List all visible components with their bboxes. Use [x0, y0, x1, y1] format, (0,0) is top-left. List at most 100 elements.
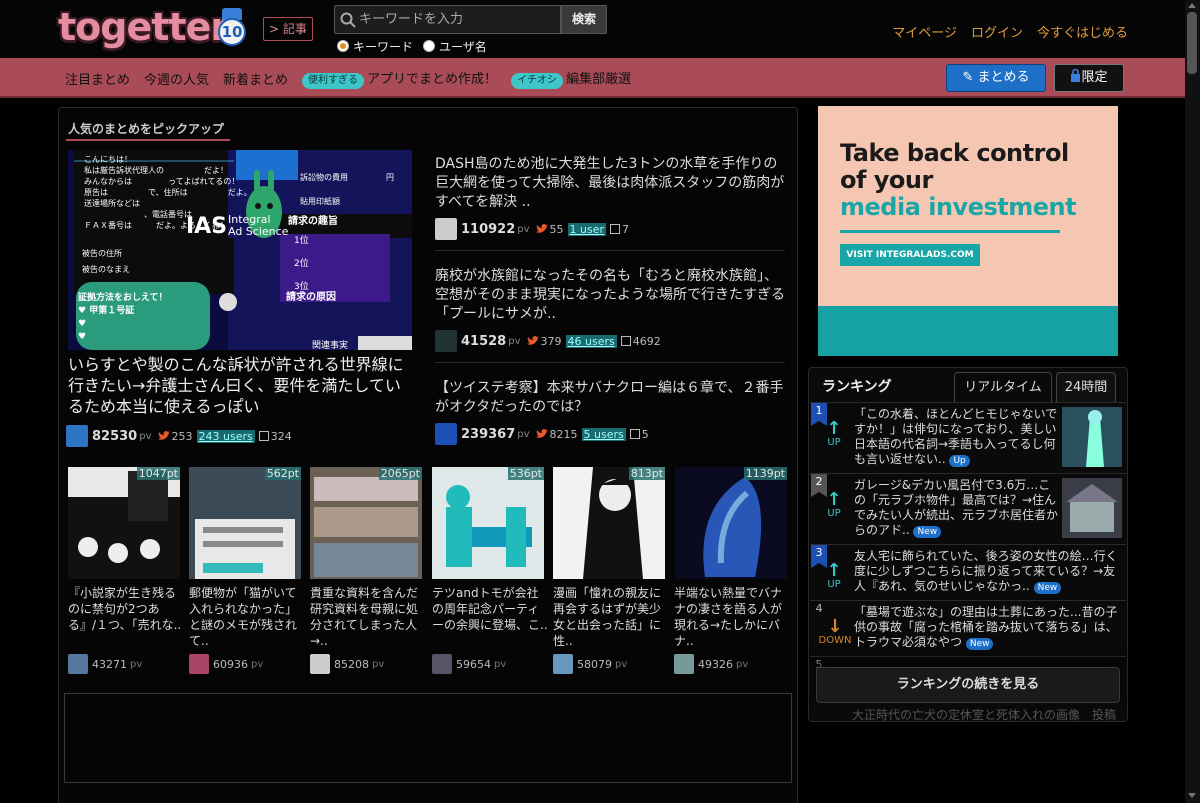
side-item-meta-1: 110922 pv 55 1 user 7 [435, 218, 629, 240]
ad-headline: Take back control of your media investme… [840, 139, 1077, 221]
hero-title[interactable]: いらすとや製のこんな訴状が許される世界線に行きたい→弁護士さん曰く、要件を満たし… [68, 354, 412, 417]
points-badge: 1047pt [136, 467, 180, 480]
avatar[interactable] [435, 330, 457, 352]
thumb-title-5[interactable]: 漫画「憧れの親友に再会するはずが美少女と出会った話」に性.. [553, 585, 669, 649]
ranking-row-2[interactable]: 2 ↑ UP ガレージ&デカい風呂付で3.6万…この「元ラブホ物件」最高では？→住… [810, 473, 1126, 538]
avatar[interactable] [66, 425, 88, 447]
avatar[interactable] [68, 654, 88, 674]
hero-related: 関連事実 [312, 341, 349, 350]
thumb-title-4[interactable]: テツandトモが会社の周年記念パーティーの余興に登場、こ.. [432, 585, 548, 633]
trend-up-icon: ↑ UP [826, 489, 842, 520]
side-users-link-2[interactable]: 46 users [565, 334, 617, 348]
ias-logo-sub: Integral Ad Science [228, 213, 289, 238]
ranking-item-title: 「この水着、ほとんどヒモじゃないですか！」は俳句になっており、美しい日本語の代名… [854, 407, 1058, 467]
side-users-link-1[interactable]: 1 user [567, 222, 607, 236]
ranking-row-1[interactable]: 1 ↑ UP 「この水着、ほとんどヒモじゃないですか！」は俳句になっており、美しい… [810, 402, 1126, 467]
nav-items: 注目まとめ 今週の人気 新着まとめ 便利すぎる アプリでまとめ作成！ イチオシ 編集… [65, 58, 645, 98]
editor-pill: イチオシ [511, 72, 564, 89]
thumb-4[interactable]: 536pt [432, 467, 544, 579]
thumb-meta-6: 49326 pv [674, 654, 748, 674]
mypage-link[interactable]: マイページ [892, 22, 957, 41]
search-input[interactable] [359, 6, 559, 33]
app-pill: 便利すぎる [302, 72, 365, 89]
login-link[interactable]: ログイン [971, 22, 1023, 41]
tab-24h[interactable]: 24時間 [1056, 372, 1116, 402]
hero-cause: 請求の原因 [286, 292, 336, 303]
thumb-meta-4: 59654 pv [432, 654, 506, 674]
scrollbar-thumb[interactable] [1187, 12, 1197, 74]
nav-featured[interactable]: 注目まとめ [65, 69, 130, 88]
search-button[interactable]: 検索 [561, 5, 607, 34]
thumb-1[interactable]: 1047pt [68, 467, 180, 579]
twitter-bird-icon [535, 224, 548, 233]
side-item-title-3[interactable]: 【ツイステ考察】本来サバナクロー編は６章で、２番手がオクタだったのでは？ [435, 379, 785, 417]
rank-badge: 4 [815, 602, 823, 615]
side-item-title-1[interactable]: DASH島のため池に大発生した3トンの水草を手作りの巨大網を使って大掃除、最後は… [435, 155, 785, 212]
togetter-logo[interactable]: togetter 10 [58, 6, 248, 50]
ranking-row-3[interactable]: 3 ↑ UP 友人宅に飾られていた、後ろ姿の女性の絵…行く度に少しずつこちらに振り… [810, 544, 1126, 600]
avatar[interactable] [435, 423, 457, 445]
scrollbar[interactable] [1185, 0, 1200, 803]
radio-username[interactable] [423, 40, 436, 52]
side-tweets-2: 379 [540, 334, 562, 348]
ranking-thumb [1062, 407, 1122, 467]
ranking-row-4[interactable]: 4 ↓ DOWN 「墓場で遊ぶな」の理由は土葬にあった...昔の子供の事故「腐った… [810, 600, 1126, 656]
ad-banner[interactable]: Take back control of your media investme… [818, 106, 1118, 356]
trend-up-icon: ↑ UP [826, 418, 842, 449]
editor-text: 編集部厳選 [566, 71, 632, 87]
avatar[interactable] [435, 218, 457, 240]
pv-label: pv [517, 428, 530, 440]
avatar[interactable] [553, 654, 573, 674]
signup-link[interactable]: 今すぐはじめる [1037, 22, 1128, 41]
nav-editor-picks[interactable]: イチオシ 編集部厳選 [511, 68, 631, 89]
scroll-up-arrow-icon[interactable] [1188, 3, 1196, 8]
avatar[interactable] [189, 654, 209, 674]
twitter-bird-icon [535, 429, 548, 438]
side-users-link-3[interactable]: 5 users [581, 427, 626, 441]
hero-users-link[interactable]: 243 users [196, 429, 255, 443]
side-fav-3: 5 [641, 427, 649, 441]
pv-label: pv [139, 430, 152, 442]
thumb-title-1[interactable]: 『小説家が生き残るのに禁句が2つある』/１つ、「売れな.. [68, 585, 184, 633]
side-item-meta-3: 239367 pv 8215 5 users 5 [435, 423, 649, 445]
scroll-down-arrow-icon[interactable] [1188, 793, 1196, 798]
rank-badge: 3 [811, 545, 827, 568]
avatar[interactable] [432, 654, 452, 674]
ranking-item-title: 「墓場で遊ぶな」の理由は土葬にあった...昔の子供の事故「腐った棺桶を踏み抜いて… [854, 605, 1118, 650]
tab-realtime[interactable]: リアルタイム [954, 372, 1052, 402]
pv-label: pv [508, 335, 521, 347]
new-tag: New [965, 638, 994, 650]
limited-button[interactable]: 限定 [1054, 64, 1124, 92]
points-badge: 536pt [507, 467, 544, 480]
thumb-title-3[interactable]: 貴重な資料を含んだ研究資料を母親に処分されてしまった人→.. [310, 585, 426, 649]
thumb-6[interactable]: 1139pt [675, 467, 787, 579]
ad-cta-button[interactable]: VISIT INTEGRALADS.COM [840, 244, 980, 266]
side-pv-2: 41528 [461, 333, 507, 349]
pv-label: pv [615, 658, 628, 670]
search-mode-radios: キーワード ユーザ名 [337, 38, 497, 54]
radio-keyword[interactable] [337, 40, 349, 52]
create-matome-button[interactable]: ✎ まとめる [946, 64, 1046, 92]
thumb-3[interactable]: 2065pt [310, 467, 422, 579]
facebook-icon [610, 224, 621, 234]
radio-username-label: ユーザ名 [439, 39, 487, 54]
avatar[interactable] [310, 654, 330, 674]
nav-new[interactable]: 新着まとめ [223, 69, 288, 88]
nav-weekly[interactable]: 今週の人気 [144, 69, 209, 88]
thumb-meta-2: 60936 pv [189, 654, 263, 674]
articles-button[interactable]: > 記事 [263, 17, 313, 41]
pv-label: pv [130, 658, 143, 670]
hero-defendant-lines: 被告の住所 被告のなまえ [82, 249, 130, 274]
side-item-title-2[interactable]: 廃校が水族館になったその名も「むろと廃校水族館」、空想がそのまま現実になったよう… [435, 267, 785, 324]
avatar[interactable] [674, 654, 694, 674]
ranking-faded-text: 大正時代の亡犬の定休室と死体入れの画像 投稿 [852, 708, 1117, 722]
thumb-pv-2: 60936 [213, 657, 248, 671]
thumb-title-2[interactable]: 郵便物が「猫がいて入れられなかった」と謎のメモが残されて.. [189, 585, 305, 649]
ranking-more-button[interactable]: ランキングの続きを見る [816, 667, 1120, 703]
hero-image[interactable]: こんにちは！ 私は厳告訴状代理人の だよ！ みんなからは ってよばれてるの！ 原告は… [68, 150, 412, 350]
search-icon [340, 12, 356, 28]
thumb-2[interactable]: 562pt [189, 467, 301, 579]
thumb-title-6[interactable]: 半端ない熱量でバナナの凄さを語る人が現れる→たしかにバナ.. [674, 585, 790, 649]
nav-app-promo[interactable]: 便利すぎる アプリでまとめ作成！ [302, 68, 497, 89]
thumb-5[interactable]: 813pt [553, 467, 665, 579]
